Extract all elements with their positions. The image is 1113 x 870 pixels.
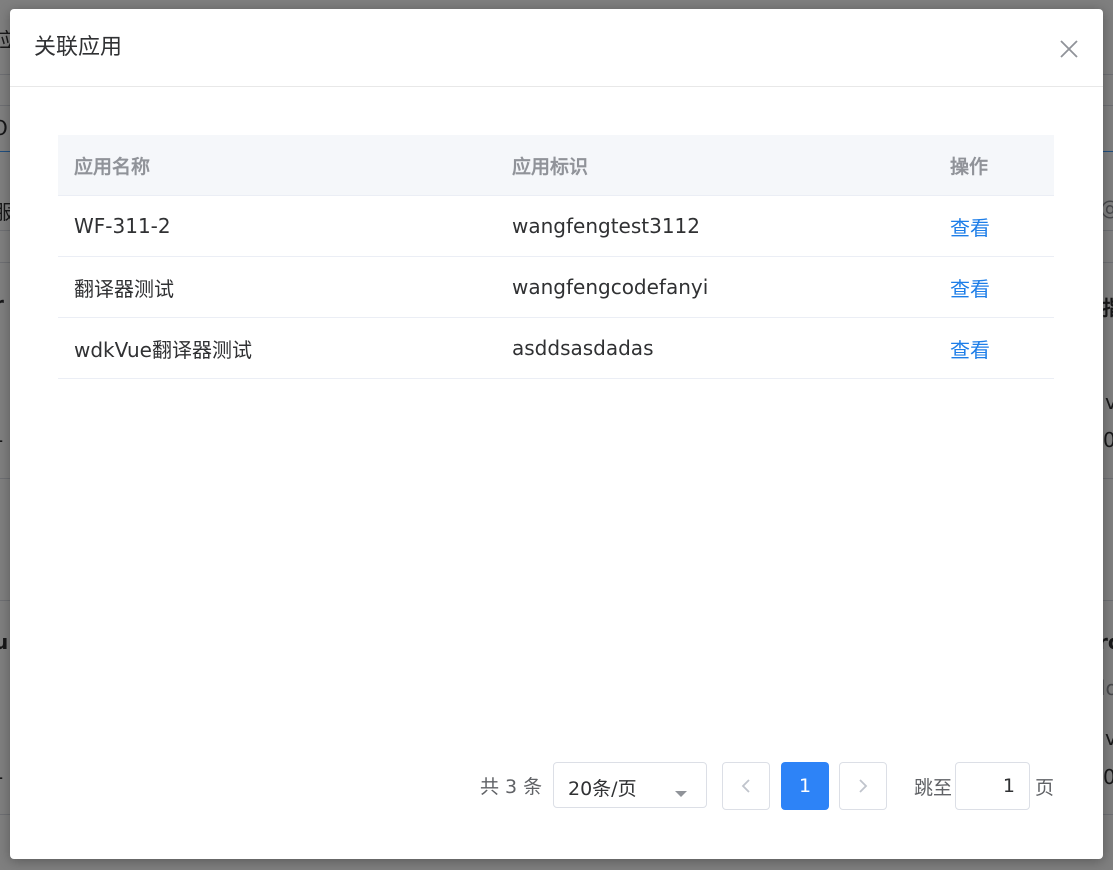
table-row: 翻译器测试 wangfengcodefanyi 查看: [58, 257, 1054, 318]
next-page-button[interactable]: [839, 762, 887, 810]
view-link[interactable]: 查看: [950, 216, 990, 240]
total-count: 共 3 条: [480, 776, 543, 798]
app-id-cell: wangfengtest3112: [512, 214, 701, 238]
caret-down-icon: [674, 783, 688, 802]
dialog-header: 关联应用: [10, 9, 1103, 87]
related-apps-dialog: 关联应用 应用名称 应用标识 操作 WF-311-2 wangfengtest3…: [10, 9, 1103, 859]
app-name-cell: WF-311-2: [74, 214, 171, 238]
app-name-cell: 翻译器测试: [74, 276, 174, 301]
table-row: WF-311-2 wangfengtest3112 查看: [58, 196, 1054, 257]
apps-table: 应用名称 应用标识 操作 WF-311-2 wangfengtest3112 查…: [58, 135, 1054, 379]
page-size-select[interactable]: 20条/页: [553, 762, 707, 808]
app-id-cell: wangfengcodefanyi: [512, 275, 709, 299]
chevron-right-icon: [859, 779, 868, 793]
jump-suffix: 页: [1035, 777, 1055, 799]
pagination: 共 3 条 20条/页 1 跳至 页: [10, 762, 1103, 810]
page-size-value: 20条/页: [568, 778, 637, 800]
action-cell: 查看: [934, 334, 1054, 363]
view-link[interactable]: 查看: [950, 338, 990, 362]
chevron-left-icon: [741, 779, 750, 793]
prev-page-button[interactable]: [722, 762, 770, 810]
jump-label: 跳至: [914, 777, 953, 799]
app-name-cell: wdkVue翻译器测试: [74, 337, 252, 362]
column-header-app-name: 应用名称: [74, 155, 151, 178]
column-header-app-id: 应用标识: [512, 155, 589, 178]
app-id-cell: asddsasdadas: [512, 336, 654, 360]
action-cell: 查看: [934, 273, 1054, 302]
close-icon[interactable]: [1057, 37, 1081, 61]
dialog-title: 关联应用: [34, 35, 123, 60]
table-header: 应用名称 应用标识 操作: [58, 135, 1054, 196]
action-cell: 查看: [934, 212, 1054, 241]
table-row: wdkVue翻译器测试 asddsasdadas 查看: [58, 318, 1054, 379]
column-header-action: 操作: [950, 155, 989, 178]
page-number-button[interactable]: 1: [781, 762, 829, 810]
view-link[interactable]: 查看: [950, 277, 990, 301]
jump-page-input[interactable]: [955, 762, 1030, 810]
